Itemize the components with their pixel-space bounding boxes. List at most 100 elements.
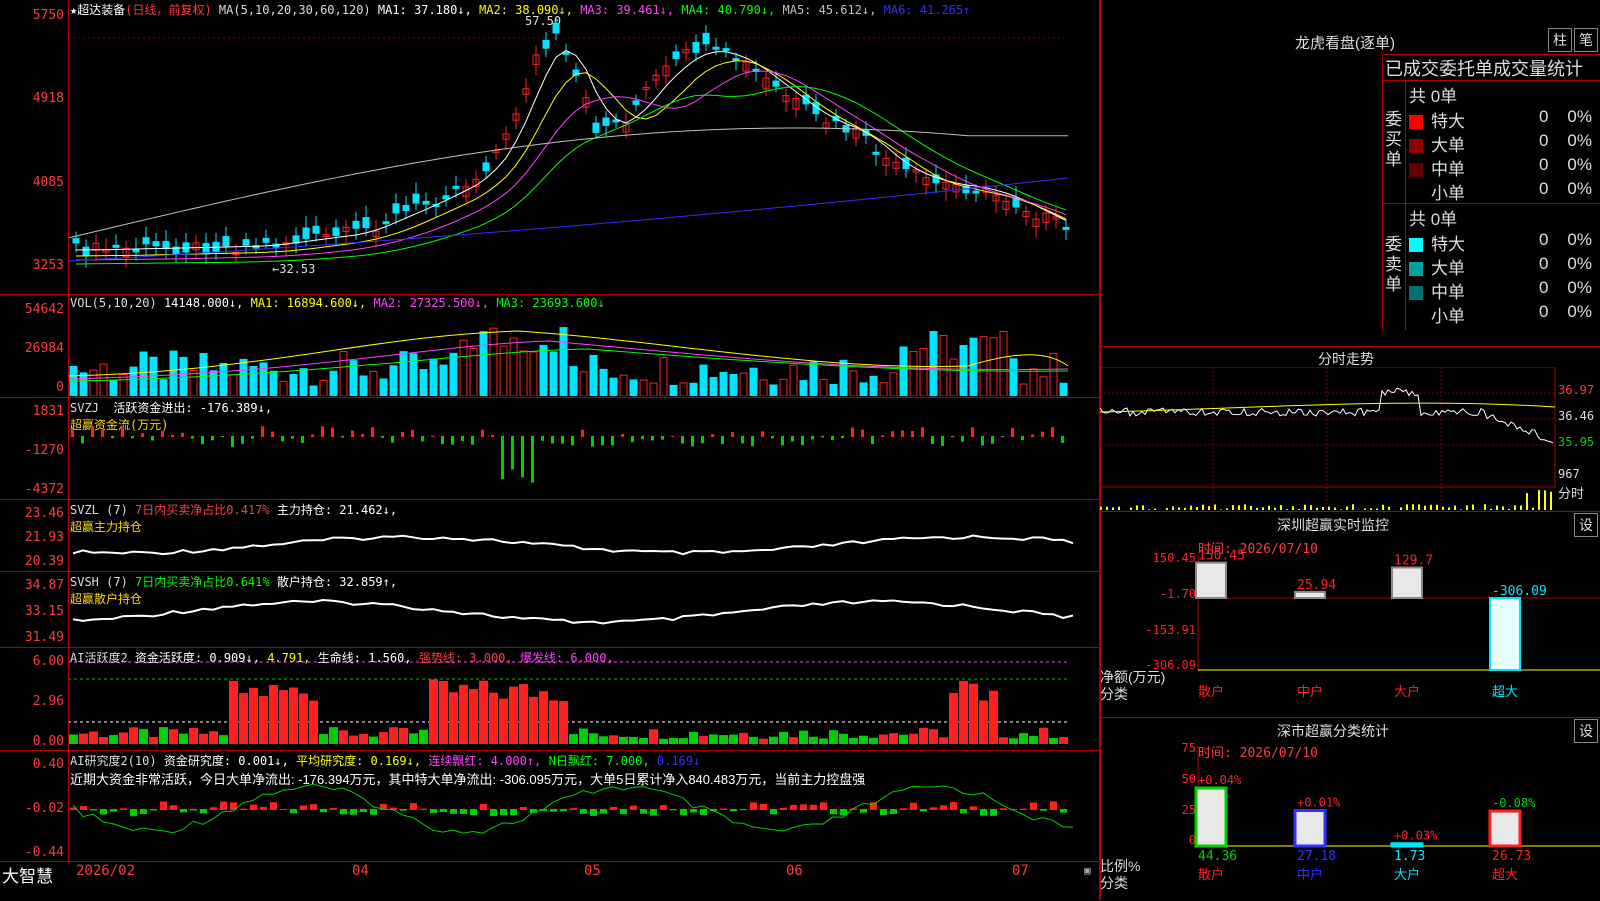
volume-bar xyxy=(970,338,977,396)
ai-research-panel[interactable]: AI研究度2(10) 资金研究度: 0.001↓, 平均研究度: 0.169↓,… xyxy=(0,751,1100,862)
activity-bar xyxy=(969,684,978,744)
date-3: 06 xyxy=(786,863,803,879)
fund-bar xyxy=(401,432,404,437)
ai-activity-panel[interactable]: AI活跃度2 资金活跃度: 0.909↓, 4.791, 生命线: 1.560,… xyxy=(0,648,1100,751)
fund-bar xyxy=(501,436,504,479)
tick-mode-button[interactable]: 笔 xyxy=(1574,28,1598,52)
fund-bar xyxy=(861,430,864,437)
activity-bar xyxy=(929,729,938,744)
intraday-vol-bar xyxy=(1274,508,1276,510)
monitor-category: 大户 xyxy=(1394,684,1420,700)
kline-ytick-3: 3253 xyxy=(2,258,64,273)
activity-bar xyxy=(699,736,708,744)
fund-bar xyxy=(851,427,854,437)
svzj-chart[interactable] xyxy=(68,398,1100,498)
fund-bar xyxy=(291,436,294,439)
ai-activity-chart[interactable] xyxy=(68,648,1100,749)
candle xyxy=(603,118,609,125)
volume-bar xyxy=(140,352,147,396)
research-bar xyxy=(450,809,457,814)
research-bar xyxy=(360,809,367,812)
research-bar xyxy=(780,808,787,810)
intraday-panel[interactable]: 分时走势 36.97 36.46 35.95 967 分时 xyxy=(1100,346,1600,511)
intraday-vol-bar xyxy=(1172,506,1174,510)
candle xyxy=(973,191,979,193)
intraday-vol-bar xyxy=(1184,508,1186,510)
volume-bar xyxy=(900,347,907,396)
volume-bar xyxy=(560,328,567,396)
monitor-chart[interactable]: 150.45-1.70-153.91-306.09150.45散户25.94中户… xyxy=(1100,512,1600,717)
intraday-vol-bar xyxy=(1514,505,1516,510)
fund-bar xyxy=(461,436,464,441)
research-bar xyxy=(100,809,107,814)
activity-bar xyxy=(749,737,758,744)
volume-bar xyxy=(730,375,737,396)
classify-chart[interactable]: 7550250+0.04%44.36散户+0.01%27.18中户+0.03%1… xyxy=(1100,718,1600,901)
intraday-vol-bar xyxy=(1418,504,1420,510)
activity-bar xyxy=(249,688,258,744)
buy-row-0-values: 0 0% xyxy=(1539,107,1592,127)
lock-icon[interactable]: ▣ xyxy=(1084,864,1091,877)
activity-bar xyxy=(539,691,548,744)
activity-bar xyxy=(789,737,798,744)
research-bar xyxy=(970,806,977,810)
fund-bar xyxy=(991,436,994,444)
volume-bar xyxy=(520,351,527,396)
volume-chart[interactable] xyxy=(68,311,1100,396)
svsh-panel[interactable]: SVSH (7) 7日内买卖净占比0.641% 散户持仓: 32.859↑, 超… xyxy=(0,572,1100,648)
buy-row-2-values: 0 0% xyxy=(1539,155,1592,175)
intraday-chart[interactable] xyxy=(1100,367,1600,510)
fund-bar xyxy=(701,436,704,443)
candle xyxy=(73,239,79,243)
kline-panel[interactable]: ★超达装备(日线，前复权) MA(5,10,20,30,60,120) MA1:… xyxy=(0,0,1100,295)
classify-panel[interactable]: 深市超赢分类统计 设 时间: 2026/07/10 7550250+0.04%4… xyxy=(1100,717,1600,901)
bar-mode-button[interactable]: 柱 xyxy=(1548,28,1572,52)
svzj-panel[interactable]: SVZJ 活跃资金进出: -176.389↓, 超赢资金流(万元) 1831 -… xyxy=(0,398,1100,500)
svsh-ytick-0: 34.87 xyxy=(2,578,64,593)
fund-bar xyxy=(511,436,514,470)
fund-bar xyxy=(201,436,204,444)
fund-bar xyxy=(361,434,364,437)
intraday-vol-bar xyxy=(1166,508,1168,510)
activity-bar xyxy=(569,734,578,744)
research-bar xyxy=(800,804,807,810)
candle xyxy=(773,81,779,86)
monitor-panel[interactable]: 深圳超赢实时监控 设 时间: 2026/07/10 150.45-1.70-15… xyxy=(1100,511,1600,717)
fund-bar xyxy=(451,436,454,445)
volume-bar xyxy=(1000,332,1007,396)
intraday-vol-bar xyxy=(1472,505,1474,510)
candle xyxy=(563,52,569,54)
research-bar xyxy=(300,806,307,810)
candle xyxy=(303,228,309,238)
volume-panel[interactable]: VOL(5,10,20) 14148.000↓, MA1: 16894.600↓… xyxy=(0,295,1100,398)
activity-bar xyxy=(99,737,108,744)
svsh-chart[interactable] xyxy=(68,572,1100,646)
research-bar xyxy=(1030,802,1037,810)
volume-bar xyxy=(880,383,887,396)
volume-bar xyxy=(870,376,877,396)
chart-area[interactable]: ★超达装备(日线，前复权) MA(5,10,20,30,60,120) MA1:… xyxy=(0,0,1100,900)
svzl-chart[interactable] xyxy=(68,500,1100,570)
research-bar xyxy=(1050,801,1057,810)
svzl-panel[interactable]: SVZL (7) 7日内买卖净占比0.417% 主力持仓: 21.462↓, 超… xyxy=(0,500,1100,572)
intraday-vol-bar xyxy=(1490,509,1492,510)
activity-bar xyxy=(499,699,508,744)
kline-ytick-2: 4085 xyxy=(2,175,64,190)
research-bar xyxy=(880,809,887,815)
ai2-ytick-1: -0.02 xyxy=(2,801,64,816)
volume-bar xyxy=(890,373,897,396)
research-bar xyxy=(440,809,447,812)
kline-chart[interactable] xyxy=(68,18,1100,288)
activity-bar xyxy=(1009,738,1018,744)
fund-bar xyxy=(261,426,264,437)
ai-research-chart[interactable] xyxy=(68,751,1100,861)
svzj-ytick-1: -1270 xyxy=(2,443,64,458)
activity-bar xyxy=(209,731,218,744)
y-axis-line xyxy=(68,0,69,862)
ai1-ytick-2: 0.00 xyxy=(2,734,64,749)
research-bar xyxy=(730,809,737,811)
classify-bar-value: 1.73 xyxy=(1394,849,1425,864)
research-bar xyxy=(630,806,637,810)
classify-bar-value: 26.73 xyxy=(1492,849,1531,864)
fund-bar xyxy=(421,436,424,441)
